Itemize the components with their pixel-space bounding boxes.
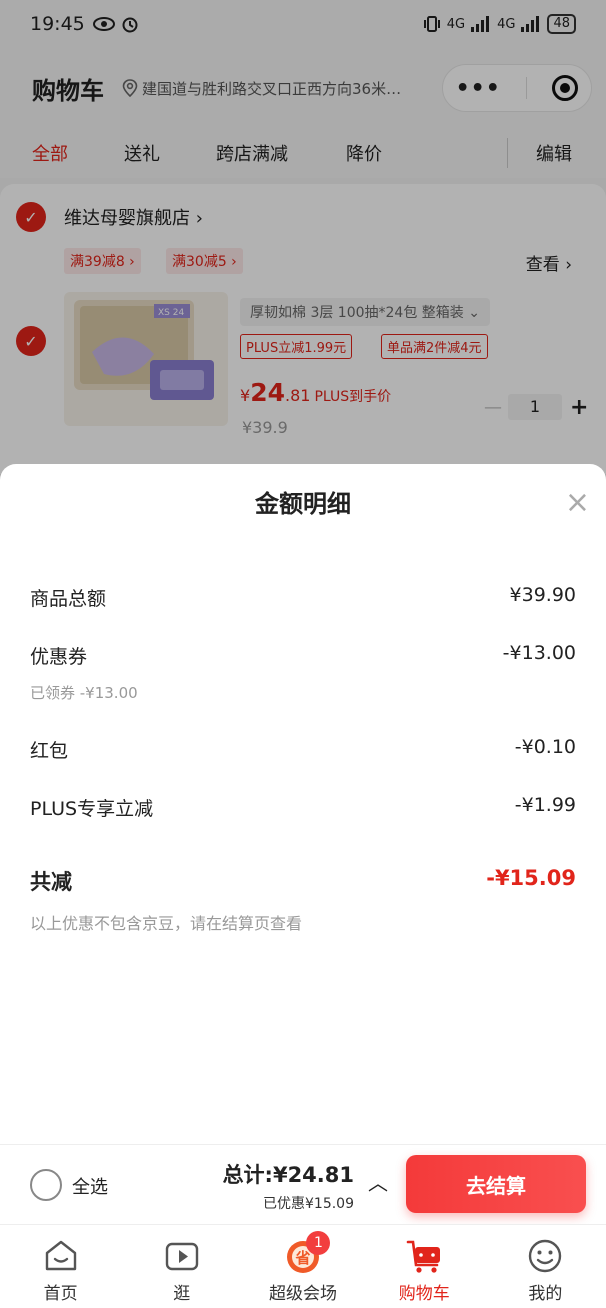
total-discount-label: 共减: [30, 870, 72, 894]
nav-item-mine[interactable]: 我的: [485, 1225, 606, 1308]
coupon-sub-text: 已领券 -¥13.00: [30, 684, 138, 702]
saved-amount: 已优惠¥15.09: [263, 1196, 354, 1212]
row-value-goods-total: ¥39.90: [509, 584, 576, 606]
row-value-plus-discount: -¥1.99: [514, 794, 576, 816]
chevron-up-icon[interactable]: ︿: [368, 1167, 388, 1196]
checkout-bar: 全选 总计:¥24.81 已优惠¥15.09 ︿ 去结算: [0, 1144, 606, 1224]
row-label-coupon: 优惠券: [30, 646, 88, 668]
row-label-goods-total: 商品总额: [30, 588, 107, 610]
nav-item-super-venue[interactable]: 省 1 超级会场: [242, 1225, 363, 1308]
home-icon: [42, 1237, 80, 1275]
checkout-button[interactable]: 去结算: [406, 1155, 586, 1213]
nav-label: 逛: [173, 1284, 191, 1304]
close-icon[interactable]: ×: [565, 488, 590, 518]
discount-note: 以上优惠不包含京豆，请在结算页查看: [30, 914, 303, 933]
nav-label: 超级会场: [269, 1284, 337, 1304]
smiley-icon: [526, 1237, 564, 1275]
select-all-label[interactable]: 全选: [72, 1173, 108, 1199]
row-value-red-packet: -¥0.10: [514, 736, 576, 758]
nav-item-cart[interactable]: 购物车: [364, 1225, 485, 1308]
nav-label: 我的: [528, 1284, 563, 1304]
row-label-plus-discount: PLUS专享立减: [30, 798, 154, 820]
row-label-red-packet: 红包: [30, 740, 69, 762]
amount-detail-sheet: 金额明细 × 商品总额 ¥39.90 优惠券 -¥13.00 已领券 -¥13.…: [0, 464, 606, 1308]
total-price: 总计:¥24.81: [222, 1163, 354, 1187]
total-discount-value: -¥15.09: [486, 866, 576, 890]
sheet-title: 金额明细: [255, 490, 351, 518]
row-value-coupon: -¥13.00: [502, 642, 576, 664]
nav-item-home[interactable]: 首页: [0, 1225, 121, 1308]
bottom-nav: 首页 逛 省 1 超级会场 购物车 我的: [0, 1224, 606, 1308]
nav-item-browse[interactable]: 逛: [121, 1225, 242, 1308]
video-icon: [163, 1237, 201, 1275]
cart-icon: [405, 1237, 443, 1275]
nav-badge: 1: [306, 1231, 331, 1255]
svg-text:省: 省: [294, 1249, 310, 1267]
select-all-radio[interactable]: [30, 1169, 62, 1201]
nav-label: 首页: [43, 1284, 78, 1304]
nav-label: 购物车: [398, 1284, 450, 1304]
